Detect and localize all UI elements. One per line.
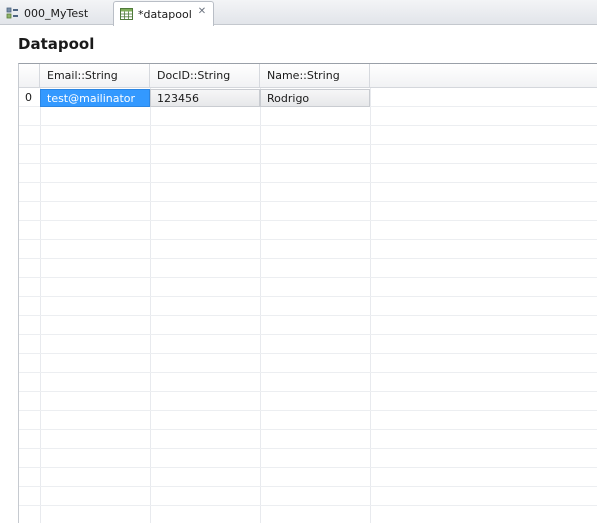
grid-row <box>19 240 597 259</box>
grid-row <box>19 145 597 164</box>
grid-row <box>19 316 597 335</box>
column-header-name[interactable]: Name::String <box>260 64 370 87</box>
close-icon[interactable]: ✕ <box>197 7 207 17</box>
column-header-email[interactable]: Email::String <box>40 64 150 87</box>
grid-row <box>19 468 597 487</box>
grid-row <box>19 126 597 145</box>
tab-datapool[interactable]: *datapool ✕ <box>113 1 214 26</box>
grid-row <box>19 411 597 430</box>
table-icon <box>120 8 133 20</box>
grid-row <box>19 373 597 392</box>
editor-window: 000_MyTest *datapool ✕ Datapool Email::S <box>0 0 597 523</box>
row-index: 0 <box>25 91 32 104</box>
grid-row <box>19 202 597 221</box>
grid-row <box>19 297 597 316</box>
grid-row <box>19 278 597 297</box>
tab-label: *datapool <box>138 7 192 21</box>
datapool-table[interactable]: Email::String DocID::String Name::String… <box>18 63 597 523</box>
grid-row <box>19 449 597 468</box>
table-header: Email::String DocID::String Name::String <box>19 64 597 88</box>
grid-row <box>19 487 597 506</box>
grid-row <box>19 392 597 411</box>
column-header-docid[interactable]: DocID::String <box>150 64 260 87</box>
tab-000-mytest[interactable]: 000_MyTest <box>0 1 113 25</box>
grid-row <box>19 335 597 354</box>
grid-row <box>19 506 597 523</box>
column-header-index[interactable] <box>19 64 40 87</box>
cell-name[interactable]: Rodrigo <box>260 89 370 107</box>
page-title: Datapool <box>18 35 95 53</box>
grid-row <box>19 107 597 126</box>
tab-label: 000_MyTest <box>24 6 89 20</box>
cell-email[interactable]: test@mailinator <box>40 89 150 107</box>
grid-row <box>19 221 597 240</box>
test-suite-icon <box>6 7 19 20</box>
grid-row <box>19 354 597 373</box>
grid-row <box>19 430 597 449</box>
grid-row <box>19 183 597 202</box>
cell-docid[interactable]: 123456 <box>150 89 260 107</box>
grid-row <box>19 259 597 278</box>
editor-tab-bar: 000_MyTest *datapool ✕ <box>0 0 597 26</box>
table-row[interactable]: 0 test@mailinator 123456 Rodrigo <box>19 89 371 108</box>
grid-row <box>19 164 597 183</box>
